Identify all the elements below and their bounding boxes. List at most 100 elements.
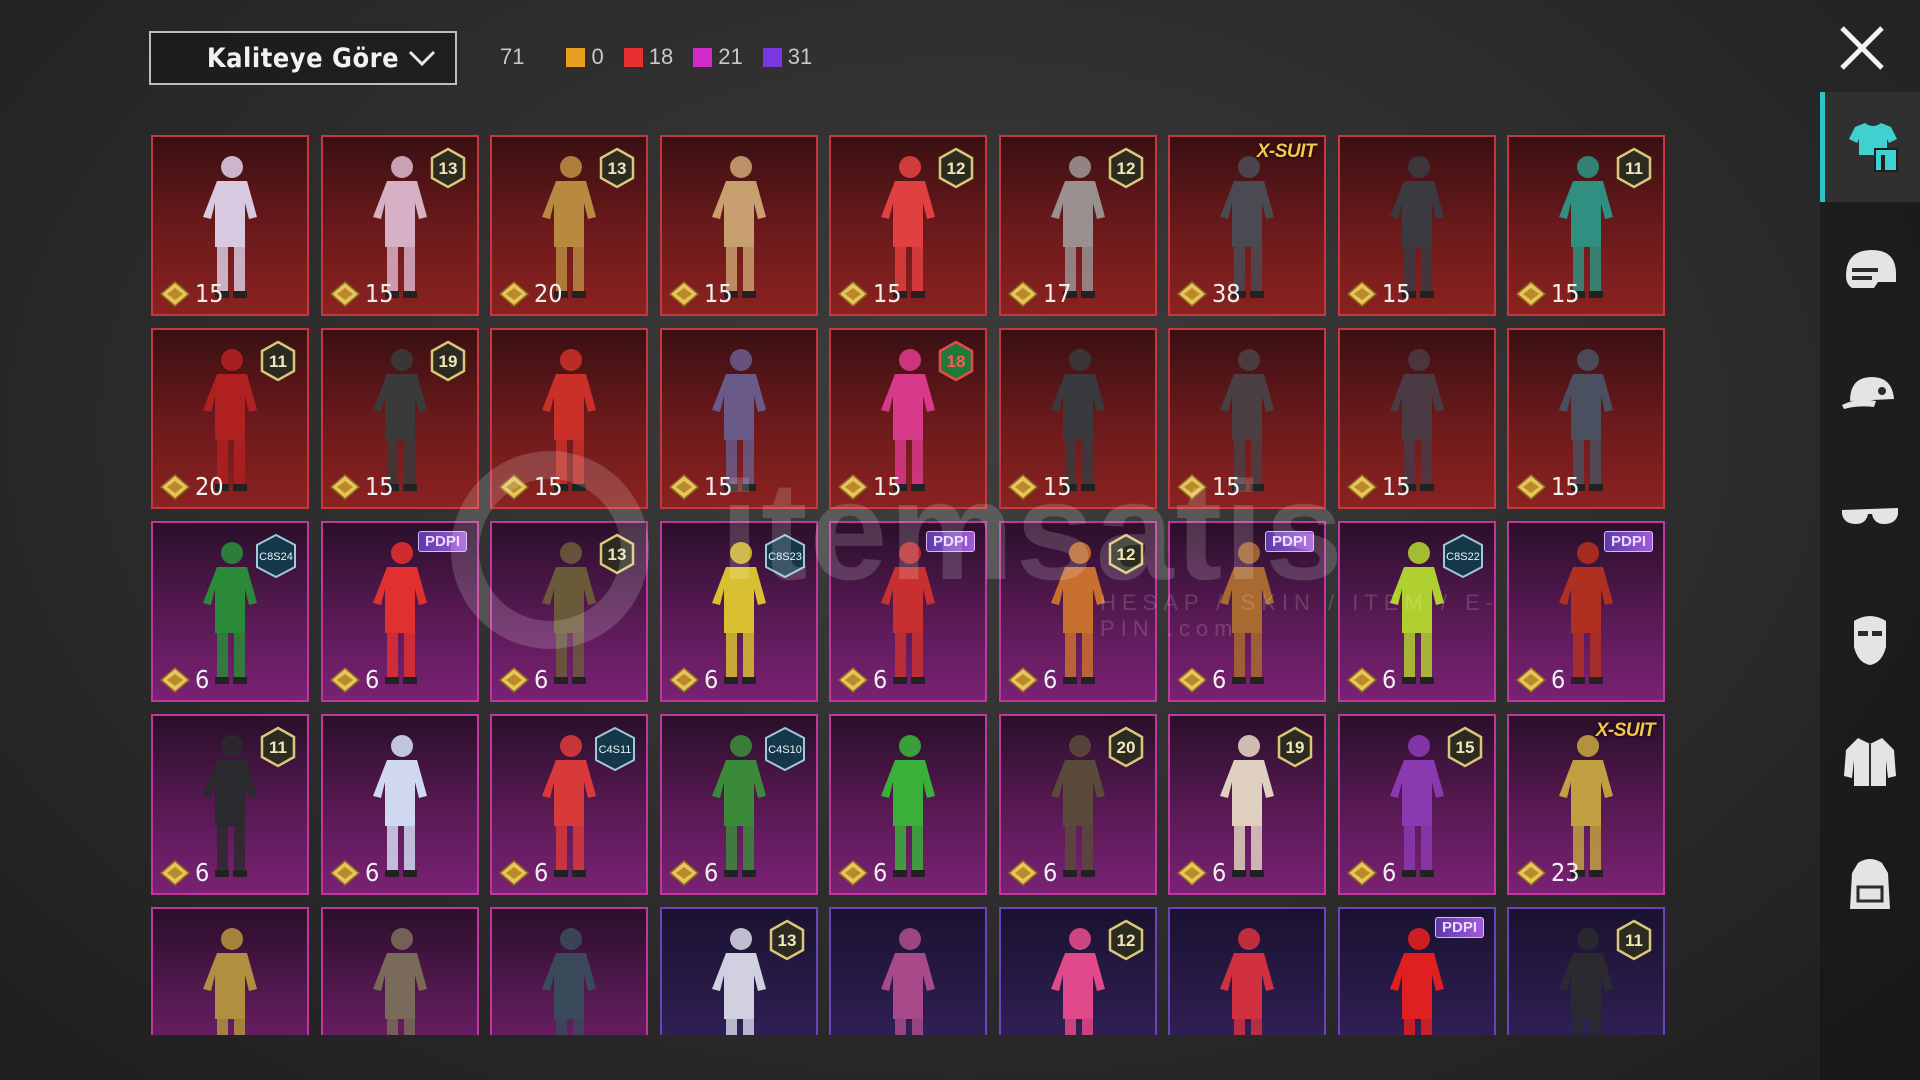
- outfit-item-card[interactable]: 6: [829, 714, 987, 895]
- currency-coin-icon: [1346, 666, 1378, 693]
- currency-coin-icon: [1176, 859, 1208, 886]
- item-price-value: 6: [195, 858, 210, 887]
- season-badge: C8S22: [1443, 533, 1483, 579]
- outfit-item-card[interactable]: [490, 907, 648, 1035]
- item-price: 15: [668, 472, 733, 501]
- item-price-value: 15: [1043, 472, 1072, 501]
- level-badge: 15: [1447, 726, 1483, 768]
- level-badge: 13: [769, 919, 805, 961]
- category-cap[interactable]: [1820, 338, 1920, 448]
- category-outfit[interactable]: [1820, 92, 1920, 202]
- item-price-value: 6: [195, 665, 210, 694]
- outfit-item-card[interactable]: 38 X-SUIT: [1168, 135, 1326, 316]
- item-price-value: 6: [1212, 858, 1227, 887]
- currency-coin-icon: [668, 280, 700, 307]
- level-badge: 13: [599, 147, 635, 189]
- outfit-item-card[interactable]: 15: [1338, 328, 1496, 509]
- currency-coin-icon: [498, 859, 530, 886]
- item-price-value: 17: [1043, 279, 1072, 308]
- outfit-item-card[interactable]: 11: [1507, 907, 1665, 1035]
- season-badge-text: C4S10: [768, 744, 802, 756]
- outfit-item-card[interactable]: 15: [660, 328, 818, 509]
- close-icon[interactable]: [1836, 22, 1888, 74]
- outfit-item-card[interactable]: 6: [321, 714, 479, 895]
- level-badge: 12: [1108, 533, 1144, 575]
- outfit-item-card[interactable]: 6 C8S22: [1338, 521, 1496, 702]
- item-price: 6: [159, 665, 209, 694]
- item-price: 6: [1346, 858, 1396, 887]
- outfit-item-card[interactable]: 15 18: [829, 328, 987, 509]
- outfit-item-card[interactable]: 6 15: [1338, 714, 1496, 895]
- outfit-item-card[interactable]: 6 PDPI: [829, 521, 987, 702]
- outfit-item-card[interactable]: 6 19: [1168, 714, 1326, 895]
- category-mask[interactable]: [1820, 584, 1920, 694]
- outfit-item-card[interactable]: 23 X-SUIT: [1507, 714, 1665, 895]
- outfit-figure: [373, 928, 427, 1035]
- outfit-item-card[interactable]: 6 PDPI: [1507, 521, 1665, 702]
- outfit-item-card[interactable]: [151, 907, 309, 1035]
- level-badge-text: 13: [778, 931, 797, 950]
- currency-coin-icon: [498, 280, 530, 307]
- outfit-item-card[interactable]: [829, 907, 987, 1035]
- outfit-item-card[interactable]: 6 11: [151, 714, 309, 895]
- outfit-item-card[interactable]: 15: [151, 135, 309, 316]
- outfit-figure: [881, 928, 935, 1035]
- outfit-item-card[interactable]: 6 PDPI: [321, 521, 479, 702]
- outfit-item-card[interactable]: 20 13: [490, 135, 648, 316]
- outfit-item-card[interactable]: 15: [999, 328, 1157, 509]
- outfit-item-card[interactable]: 6 C4S11: [490, 714, 648, 895]
- category-backpack[interactable]: [1820, 830, 1920, 940]
- outfit-item-card[interactable]: 6 12: [999, 521, 1157, 702]
- level-badge-text: 18: [947, 352, 966, 371]
- outfit-item-card[interactable]: 6 PDPI: [1168, 521, 1326, 702]
- category-glasses[interactable]: [1820, 461, 1920, 571]
- category-helmet[interactable]: [1820, 215, 1920, 325]
- level-badge-text: 12: [1117, 545, 1136, 564]
- outfit-item-card[interactable]: 12: [999, 907, 1157, 1035]
- outfit-item-card[interactable]: 6 C8S23: [660, 521, 818, 702]
- category-jacket[interactable]: [1820, 707, 1920, 817]
- level-badge-text: 12: [947, 159, 966, 178]
- outfit-item-card[interactable]: 6 13: [490, 521, 648, 702]
- outfit-item-card[interactable]: [1168, 907, 1326, 1035]
- outfit-item-card[interactable]: 15: [490, 328, 648, 509]
- item-price: 6: [1176, 665, 1226, 694]
- sort-dropdown[interactable]: Kaliteye Göre: [149, 31, 457, 85]
- item-price-value: 6: [704, 665, 719, 694]
- item-price: 6: [1176, 858, 1226, 887]
- level-badge-text: 11: [269, 352, 287, 371]
- item-price: 15: [498, 472, 563, 501]
- level-badge: 12: [1108, 919, 1144, 961]
- outfit-item-card[interactable]: [321, 907, 479, 1035]
- event-badge: PDPI: [1264, 531, 1314, 552]
- outfit-item-card[interactable]: 6 20: [999, 714, 1157, 895]
- level-badge-text: 11: [269, 738, 287, 757]
- rarity-count-epic: 21: [693, 44, 743, 70]
- outfit-item-card[interactable]: PDPI: [1338, 907, 1496, 1035]
- rarity-counts: 71 0 18 21 31: [500, 44, 832, 70]
- outfit-item-card[interactable]: 13: [660, 907, 818, 1035]
- outfit-item-card[interactable]: 15 19: [321, 328, 479, 509]
- outfit-item-card[interactable]: 15: [660, 135, 818, 316]
- outfit-item-card[interactable]: 15 13: [321, 135, 479, 316]
- outfit-item-card[interactable]: 17 12: [999, 135, 1157, 316]
- item-price: 15: [1176, 472, 1241, 501]
- currency-coin-icon: [837, 473, 869, 500]
- item-price-value: 15: [704, 279, 733, 308]
- item-price: 6: [1007, 858, 1057, 887]
- currency-coin-icon: [1176, 666, 1208, 693]
- outfit-item-card[interactable]: 6 C4S10: [660, 714, 818, 895]
- outfit-item-card[interactable]: 15: [1168, 328, 1326, 509]
- outfit-item-card[interactable]: 15 12: [829, 135, 987, 316]
- level-badge-text: 13: [608, 159, 627, 178]
- level-badge: 19: [1277, 726, 1313, 768]
- outfit-item-card[interactable]: 15 11: [1507, 135, 1665, 316]
- outfit-item-card[interactable]: 20 11: [151, 328, 309, 509]
- outfit-item-card[interactable]: 6 C8S24: [151, 521, 309, 702]
- outfit-item-card[interactable]: 15: [1338, 135, 1496, 316]
- item-price: 15: [1515, 472, 1580, 501]
- item-price: 38: [1176, 279, 1241, 308]
- item-price: 20: [498, 279, 563, 308]
- currency-coin-icon: [1515, 473, 1547, 500]
- outfit-item-card[interactable]: 15: [1507, 328, 1665, 509]
